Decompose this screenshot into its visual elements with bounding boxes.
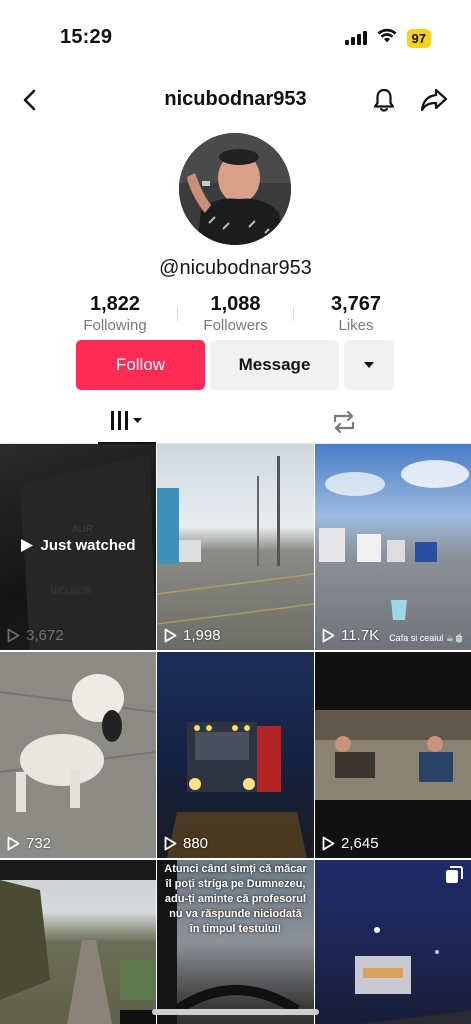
svg-text:NICUSOR: NICUSOR [50,586,92,596]
profile-stats: 1,822 Following 1,088 Followers 3,767 Li… [60,293,411,337]
view-count: 732 [7,835,51,852]
stat-following-value: 1,822 [89,293,141,315]
repost-icon [333,410,355,434]
view-count-value: 732 [26,835,52,852]
more-options-button[interactable] [344,340,394,390]
home-indicator[interactable] [152,1009,319,1015]
stat-following-label: Following [83,317,147,334]
video-tile[interactable]: Cafa si ceaiul ☕🍵 11.7K [315,444,471,650]
play-icon [21,539,34,552]
video-grid: AUR NICUSOR Just watched 3,672 1,998 Caf… [0,444,471,1024]
status-time: 15:29 [60,26,113,48]
view-count-value: 880 [183,835,209,852]
play-outline-icon [322,628,335,643]
view-count-value: 3,672 [26,627,64,644]
play-outline-icon [164,628,177,643]
video-caption: Cafa si ceaiul ☕🍵 [389,633,465,643]
stat-followers[interactable]: 1,088 Followers [181,293,291,337]
stat-divider [177,307,178,321]
view-count: 3,672 [7,627,64,644]
video-thumbnail [0,860,156,1024]
video-tile[interactable] [0,860,156,1024]
caret-down-icon [364,362,374,368]
video-thumbnail [0,652,156,858]
view-count-value: 11.7K [341,627,380,644]
stat-divider [293,307,294,321]
battery-indicator: 97 [406,28,431,48]
play-outline-icon [7,836,20,851]
share-button[interactable] [418,84,450,116]
profile-actions: Follow Message [76,340,394,390]
just-watched-badge: Just watched [0,537,156,554]
video-overlay-text: Atunci când simți că măcar îl poți stríg… [164,863,307,935]
video-thumbnail [157,456,314,625]
grid-icon [111,411,142,430]
stat-followers-value: 1,088 [210,293,261,315]
svg-text:AUR: AUR [72,524,93,535]
tab-reposts[interactable] [320,400,368,444]
profile-tabs [0,400,471,444]
video-thumbnail [167,722,307,858]
view-count: 11.7K [322,627,379,644]
stat-following[interactable]: 1,822 Following [60,293,170,337]
follow-button[interactable]: Follow [76,340,205,390]
video-thumbnail [319,460,469,620]
view-count: 880 [164,835,208,852]
page-title: nicubodnar953 [164,88,307,110]
profile-handle: @nicubodnar953 [159,257,312,279]
video-tile[interactable]: 1,998 [157,444,314,650]
stat-followers-label: Followers [203,317,268,334]
view-count: 2,645 [322,835,379,852]
share-arrow-icon [420,88,448,112]
cellular-signal-icon [344,31,367,45]
profile-header: nicubodnar953 [0,80,471,120]
play-outline-icon [322,836,335,851]
view-count-value: 1,998 [183,627,221,644]
video-tile[interactable] [315,860,471,1024]
video-tile[interactable]: 2,645 [315,652,471,858]
video-thumbnail [315,710,471,800]
stat-likes-value: 3,767 [330,293,382,315]
video-tile[interactable]: 732 [0,652,156,858]
play-outline-icon [7,628,20,643]
tab-videos[interactable] [98,400,156,444]
play-outline-icon [164,836,177,851]
status-bar: 15:29 97 [0,0,471,72]
stat-likes-label: Likes [338,317,374,334]
stat-likes[interactable]: 3,767 Likes [301,293,411,337]
status-icons: 97 [344,28,431,48]
video-tile[interactable]: 880 [157,652,314,858]
video-tile[interactable]: Atunci când simți că măcar îl poți stríg… [157,860,314,1024]
view-count: 1,998 [164,627,221,644]
notification-button[interactable] [368,84,400,116]
avatar[interactable] [179,133,291,245]
message-button[interactable]: Message [210,340,339,390]
view-count-value: 2,645 [341,835,379,852]
photo-carousel-icon [445,866,463,889]
just-watched-label: Just watched [40,537,136,554]
video-tile[interactable]: AUR NICUSOR Just watched 3,672 [0,444,156,650]
wifi-icon [377,28,397,48]
bell-icon [373,88,395,112]
